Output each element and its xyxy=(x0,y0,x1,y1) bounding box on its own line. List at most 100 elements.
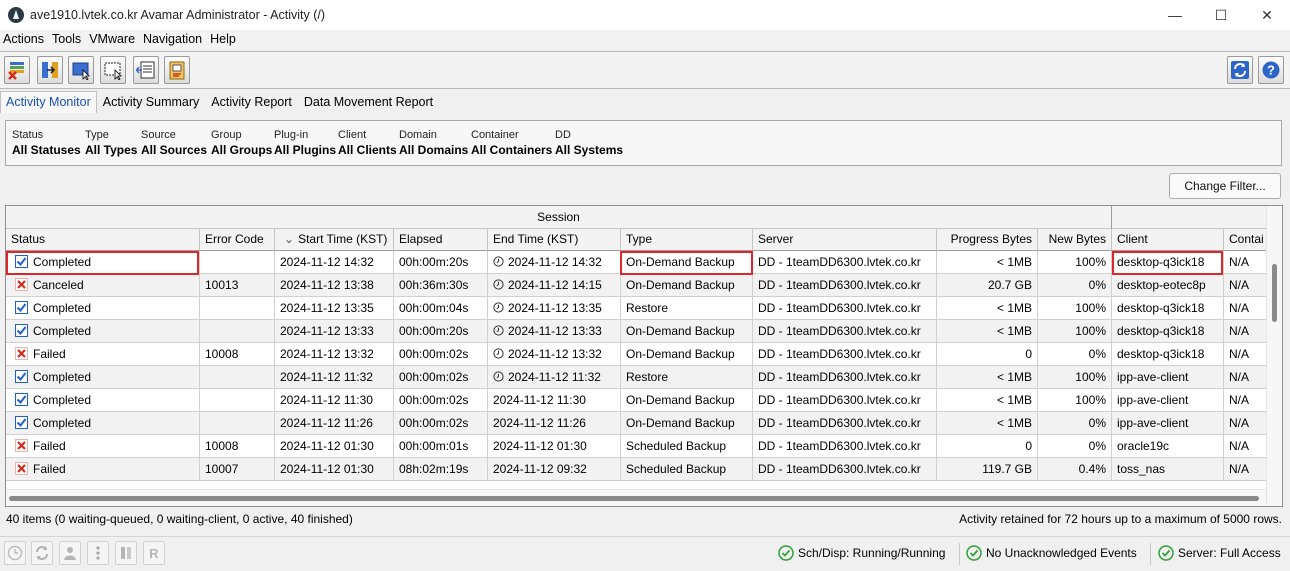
cell-client: ipp-ave-client xyxy=(1112,366,1224,389)
horizontal-scrollbar[interactable] xyxy=(6,489,1266,506)
table-row[interactable]: Failed 10008 2024-11-12 13:32 00h:00m:02s 20… xyxy=(6,343,1266,366)
column-header-end-time[interactable]: End Time (KST) xyxy=(488,229,621,251)
menu-tools[interactable]: Tools xyxy=(49,30,84,48)
cell-status: Completed xyxy=(6,297,200,320)
activity-details-button[interactable] xyxy=(37,56,63,84)
cell-status: Failed xyxy=(6,435,200,458)
column-header-client[interactable]: Client xyxy=(1112,229,1224,251)
cell-status: Canceled xyxy=(6,274,200,297)
column-header-elapsed[interactable]: Elapsed xyxy=(394,229,488,251)
cell-error-code xyxy=(200,297,275,320)
table-row[interactable]: Completed 2024-11-12 13:33 00h:00m:20s 2024… xyxy=(6,320,1266,343)
cell-type: Scheduled Backup xyxy=(621,458,753,481)
cell-server: DD - 1teamDD6300.lvtek.co.kr xyxy=(753,366,937,389)
table-row[interactable] xyxy=(6,481,1266,489)
status-separator xyxy=(1150,543,1151,565)
table-row[interactable]: Completed 2024-11-12 13:35 00h:00m:04s 2024… xyxy=(6,297,1266,320)
table-row[interactable]: Failed 10007 2024-11-12 01:30 08h:02m:19s 20… xyxy=(6,458,1266,481)
book-icon xyxy=(121,547,131,559)
clock-status-button[interactable] xyxy=(4,541,26,565)
cell-server: DD - 1teamDD6300.lvtek.co.kr xyxy=(753,343,937,366)
tab-activity-summary[interactable]: Activity Summary xyxy=(97,91,206,113)
book-button[interactable] xyxy=(115,541,137,565)
cell-type: On-Demand Backup xyxy=(621,251,753,274)
help-icon: ? xyxy=(1262,61,1280,79)
cell-type: On-Demand Backup xyxy=(621,412,753,435)
cell-error-code xyxy=(200,320,275,343)
r-icon: R xyxy=(149,546,159,561)
cell-type: Restore xyxy=(621,366,753,389)
completed-check-icon xyxy=(15,322,28,337)
menu-help[interactable]: Help xyxy=(207,30,239,48)
help-button[interactable]: ? xyxy=(1258,56,1284,84)
table-row[interactable]: Completed 2024-11-12 11:32 00h:00m:02s 2024… xyxy=(6,366,1266,389)
cell-progress-bytes: 119.7 GB xyxy=(937,458,1038,481)
table-row[interactable]: Completed 2024-11-12 11:30 00h:00m:02s 2024… xyxy=(6,389,1266,412)
sync-button[interactable] xyxy=(31,541,53,565)
cell-start-time: 2024-11-12 11:30 xyxy=(275,389,394,412)
cell-start-time: 2024-11-12 11:26 xyxy=(275,412,394,435)
close-button[interactable]: ✕ xyxy=(1244,0,1290,30)
select-none-button[interactable] xyxy=(100,56,126,84)
column-header-status[interactable]: Status xyxy=(6,229,200,251)
menu-vmware[interactable]: VMware xyxy=(86,30,138,48)
cell-container: N/A xyxy=(1224,297,1266,320)
get-log-button[interactable] xyxy=(164,56,190,84)
avamar-app-icon xyxy=(8,7,24,23)
cell-container: N/A xyxy=(1224,458,1266,481)
table-row[interactable]: Failed 10008 2024-11-12 01:30 00h:00m:01s 20… xyxy=(6,435,1266,458)
column-header-server[interactable]: Server xyxy=(753,229,937,251)
cell-container: N/A xyxy=(1224,412,1266,435)
refresh-button[interactable] xyxy=(1227,56,1253,84)
minimize-button[interactable]: — xyxy=(1152,0,1198,30)
column-header-start-time[interactable]: ⌄ Start Time (KST) xyxy=(275,229,394,251)
table-row[interactable]: Completed 2024-11-12 11:26 00h:00m:02s 2024… xyxy=(6,412,1266,435)
column-header-row: Status Error Code ⌄ Start Time (KST) Elapsed… xyxy=(6,229,1266,251)
activity-table-viewport: Session Status Error Code ⌄ Start Time (KST… xyxy=(6,206,1266,489)
cell-end-time: 2024-11-12 01:30 xyxy=(488,435,621,458)
cell-progress-bytes: < 1MB xyxy=(937,389,1038,412)
menu-navigation[interactable]: Navigation xyxy=(140,30,205,48)
column-group-header: Session xyxy=(6,206,1266,229)
select-all-button[interactable] xyxy=(68,56,94,84)
change-filter-button[interactable]: Change Filter... xyxy=(1169,173,1281,199)
column-header-container[interactable]: Contai xyxy=(1224,229,1266,251)
vertical-scroll-thumb[interactable] xyxy=(1272,264,1277,322)
column-header-new-bytes[interactable]: New Bytes xyxy=(1038,229,1112,251)
cell-status: Completed xyxy=(6,251,200,274)
tab-activity-report[interactable]: Activity Report xyxy=(205,91,298,113)
menu-bar: Actions Tools VMware Navigation Help xyxy=(0,30,1290,48)
r-button[interactable]: R xyxy=(143,541,165,565)
items-count: 40 items (0 waiting-queued, 0 waiting-cl… xyxy=(6,512,353,526)
cell-progress-bytes: < 1MB xyxy=(937,366,1038,389)
cell-client: oracle19c xyxy=(1112,435,1224,458)
menu-actions[interactable]: Actions xyxy=(0,30,47,48)
maximize-button[interactable]: ☐ xyxy=(1198,0,1244,30)
filter-source: Source All Sources xyxy=(141,129,208,157)
column-header-error-code[interactable]: Error Code xyxy=(200,229,275,251)
cell-new-bytes: 100% xyxy=(1038,366,1112,389)
table-row[interactable]: Completed 2024-11-12 14:32 00h:00m:20s 2024… xyxy=(6,251,1266,274)
user-button[interactable] xyxy=(59,541,81,565)
session-log-button[interactable] xyxy=(133,56,159,84)
cell-progress-bytes: < 1MB xyxy=(937,412,1038,435)
sync-icon xyxy=(36,546,48,560)
cell-progress-bytes: 0 xyxy=(937,435,1038,458)
column-header-type[interactable]: Type xyxy=(621,229,753,251)
filter-client: Client All Clients xyxy=(338,129,397,157)
status-separator xyxy=(959,543,960,565)
cell-end-time: 2024-11-12 13:33 xyxy=(488,320,621,343)
cell-client: desktop-q3ick18 xyxy=(1112,320,1224,343)
vertical-scrollbar[interactable] xyxy=(1266,206,1282,506)
tab-activity-monitor[interactable]: Activity Monitor xyxy=(0,91,97,113)
cell-elapsed: 00h:00m:02s xyxy=(394,412,488,435)
tab-data-movement-report[interactable]: Data Movement Report xyxy=(298,91,439,113)
table-row[interactable]: Canceled 10013 2024-11-12 13:38 00h:36m:30s… xyxy=(6,274,1266,297)
title-bar: ave1910.lvtek.co.kr Avamar Administrator… xyxy=(0,0,1290,30)
column-header-progress-bytes[interactable]: Progress Bytes xyxy=(937,229,1038,251)
cell-container: N/A xyxy=(1224,435,1266,458)
cancel-activity-button[interactable] xyxy=(4,56,30,84)
cell-error-code xyxy=(200,412,275,435)
more-options-button[interactable] xyxy=(87,541,109,565)
horizontal-scroll-thumb[interactable] xyxy=(9,496,1259,501)
